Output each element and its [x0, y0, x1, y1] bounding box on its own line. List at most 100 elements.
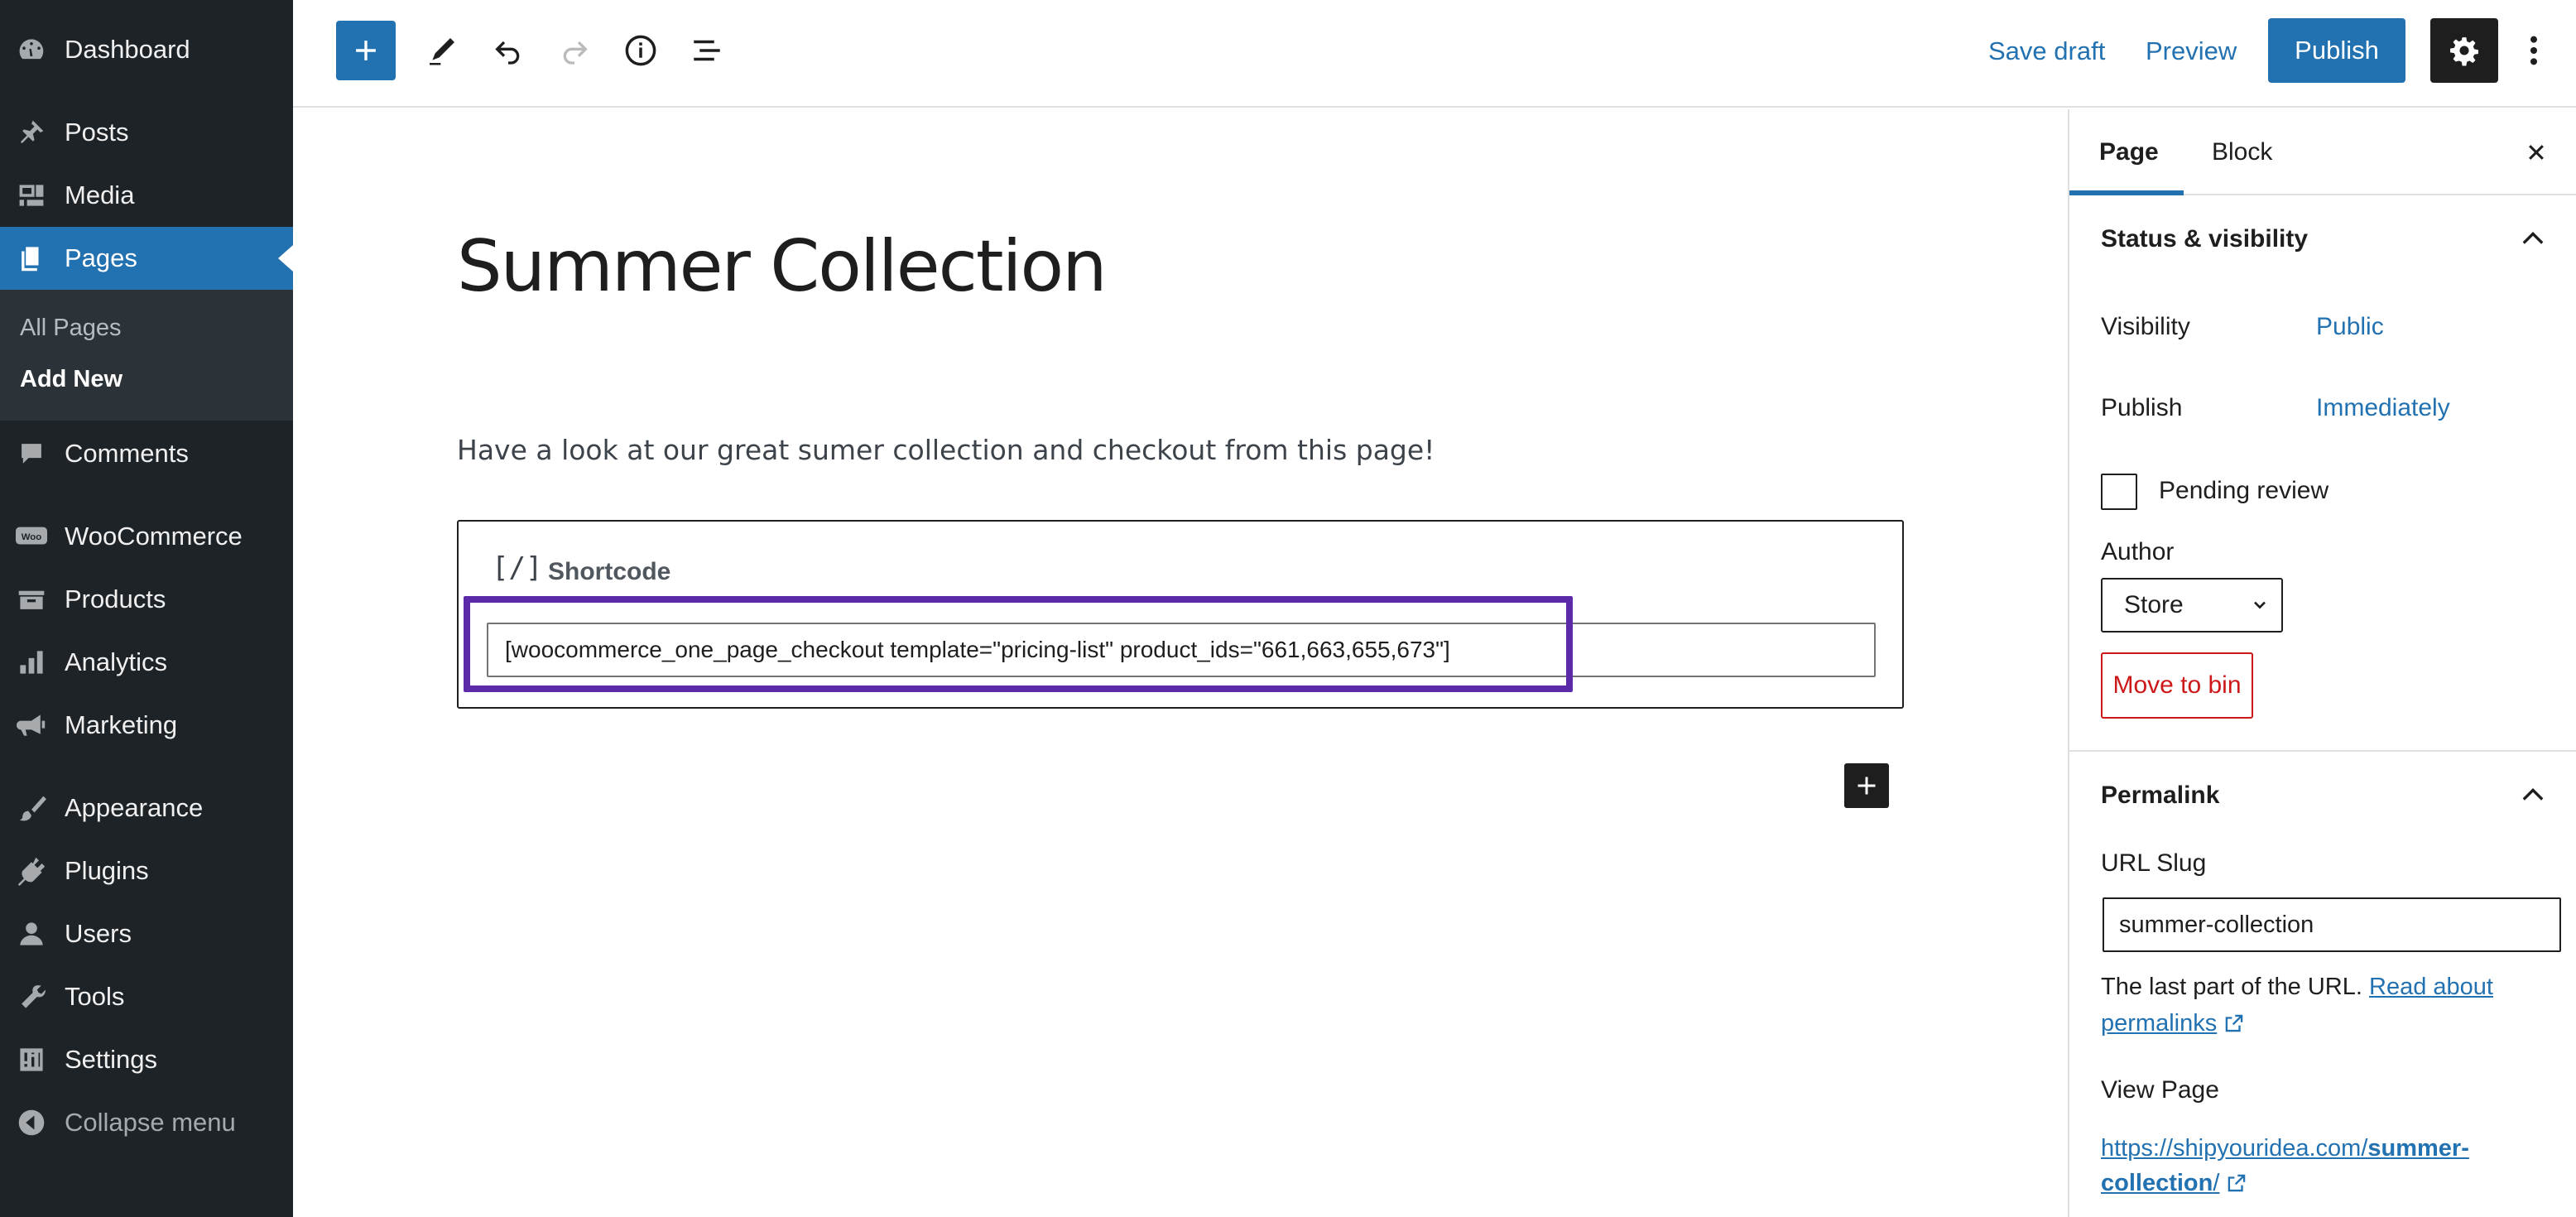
sidebar-item-tools[interactable]: Tools — [0, 965, 293, 1028]
tab-page[interactable]: Page — [2099, 109, 2159, 195]
sidebar-item-media[interactable]: Media — [0, 164, 293, 227]
sidebar-item-pages[interactable]: Pages — [0, 227, 293, 290]
archive-icon — [16, 584, 47, 615]
move-to-bin-button[interactable]: Move to bin — [2101, 652, 2253, 719]
shortcode-label: Shortcode — [548, 558, 671, 585]
author-select-value: Store — [2124, 591, 2184, 618]
sidebar-item-label: Plugins — [65, 856, 149, 885]
collapse-menu-button[interactable]: Collapse menu — [0, 1091, 293, 1154]
chevron-up-icon[interactable] — [2516, 778, 2550, 811]
user-icon — [16, 918, 47, 950]
sidebar-item-label: Dashboard — [65, 35, 190, 64]
pending-review-label: Pending review — [2159, 477, 2329, 504]
panel-divider — [2069, 750, 2576, 752]
view-page-url[interactable]: https://shipyouridea.com/summer-collecti… — [2101, 1131, 2548, 1200]
chevron-up-icon[interactable] — [2516, 222, 2550, 255]
url-slug-label: URL Slug — [2101, 849, 2207, 877]
sidebar-item-marketing[interactable]: Marketing — [0, 694, 293, 757]
sidebar-item-label: Users — [65, 919, 132, 948]
sidebar-item-label: Appearance — [65, 793, 204, 822]
shortcode-icon: [/] — [492, 551, 543, 584]
sidebar-item-label: Pages — [65, 243, 137, 272]
redo-icon — [563, 41, 588, 65]
sidebar-item-posts[interactable]: Posts — [0, 101, 293, 164]
visibility-label: Visibility — [2101, 313, 2190, 340]
more-options-button[interactable] — [2515, 18, 2553, 83]
sidebar-item-products[interactable]: Products — [0, 568, 293, 631]
sidebar-item-appearance[interactable]: Appearance — [0, 777, 293, 839]
sidebar-item-settings[interactable]: Settings — [0, 1028, 293, 1091]
admin-sidebar: Dashboard Posts Media Pages All Pages Ad… — [0, 0, 293, 1217]
permalink-help: The last part of the URL. Read about per… — [2101, 969, 2548, 1041]
sidebar-item-label: Products — [65, 584, 166, 613]
close-settings-button[interactable] — [2518, 134, 2554, 171]
help-text: The last part of the URL. — [2101, 974, 2362, 1000]
plus-icon — [1858, 777, 1876, 795]
permalink-title[interactable]: Permalink — [2101, 782, 2219, 810]
shortcode-block[interactable]: [/] Shortcode [woocommerce_one_page_chec… — [457, 520, 1904, 709]
collapse-icon — [16, 1107, 47, 1138]
submenu-add-new[interactable]: Add New — [20, 366, 123, 393]
details-button[interactable] — [611, 21, 670, 80]
status-visibility-title[interactable]: Status & visibility — [2101, 225, 2308, 253]
list-view-button[interactable] — [677, 21, 737, 80]
sidebar-item-comments[interactable]: Comments — [0, 422, 293, 485]
external-link-icon — [2226, 1172, 2247, 1194]
more-vertical-icon — [2530, 36, 2537, 65]
publish-button[interactable]: Publish — [2268, 18, 2405, 83]
megaphone-icon — [16, 710, 47, 741]
woo-icon: Woo — [16, 521, 47, 552]
sidebar-item-label: Settings — [65, 1045, 158, 1074]
redo-button[interactable] — [545, 21, 604, 80]
publish-label: Publish — [2101, 394, 2183, 421]
url-slug-input[interactable]: summer-collection — [2103, 897, 2561, 952]
undo-icon — [495, 41, 520, 65]
preview-button[interactable]: Preview — [2146, 25, 2237, 78]
collapse-menu-label: Collapse menu — [65, 1108, 236, 1137]
view-page-label: View Page — [2101, 1076, 2219, 1104]
submenu-all-pages[interactable]: All Pages — [20, 315, 122, 342]
sidebar-item-dashboard[interactable]: Dashboard — [0, 18, 293, 81]
paragraph-block[interactable]: Have a look at our great sumer collectio… — [457, 434, 1435, 466]
sidebar-item-label: Marketing — [65, 710, 178, 739]
settings-tabs: Page Block — [2069, 109, 2576, 195]
wrench-icon — [16, 981, 47, 1013]
bar-chart-icon — [16, 647, 47, 678]
external-link-icon — [2223, 1013, 2245, 1034]
svg-text:Woo: Woo — [22, 532, 42, 542]
pages-submenu: All Pages Add New — [0, 290, 293, 421]
close-icon — [2529, 145, 2544, 160]
undo-button[interactable] — [478, 21, 538, 80]
pencil-icon — [430, 38, 454, 65]
sliders-icon — [16, 1044, 47, 1075]
author-select[interactable]: Store — [2101, 578, 2283, 633]
tab-block[interactable]: Block — [2212, 109, 2272, 195]
active-tab-indicator — [2069, 190, 2184, 195]
dashboard-icon — [16, 34, 47, 65]
view-page-link[interactable]: https://shipyouridea.com/summer-collecti… — [2101, 1135, 2469, 1196]
visibility-value[interactable]: Public — [2316, 313, 2384, 341]
pending-review-checkbox[interactable] — [2101, 474, 2137, 510]
sidebar-item-label: Media — [65, 180, 135, 209]
pin-icon — [16, 117, 47, 148]
brush-icon — [16, 792, 47, 824]
sidebar-item-label: WooCommerce — [65, 522, 243, 551]
url-base: https://shipyouridea.com/ — [2101, 1135, 2368, 1162]
pages-icon — [16, 243, 47, 274]
sidebar-item-label: Comments — [65, 439, 189, 468]
block-inserter-button[interactable] — [1844, 763, 1889, 808]
sidebar-item-analytics[interactable]: Analytics — [0, 631, 293, 694]
publish-value[interactable]: Immediately — [2316, 394, 2450, 422]
page-title[interactable]: Summer Collection — [457, 225, 1108, 308]
gear-icon — [2450, 37, 2478, 66]
save-draft-button[interactable]: Save draft — [1988, 25, 2105, 78]
edit-tools-button[interactable] — [412, 21, 472, 80]
sidebar-item-plugins[interactable]: Plugins — [0, 839, 293, 902]
plug-icon — [16, 855, 47, 887]
shortcode-input[interactable]: [woocommerce_one_page_checkout template=… — [487, 623, 1876, 677]
sidebar-item-users[interactable]: Users — [0, 902, 293, 965]
settings-toggle-button[interactable] — [2430, 18, 2498, 83]
editor-toolbar: Save draft Preview Publish — [293, 0, 2576, 108]
add-block-button[interactable] — [336, 21, 396, 80]
sidebar-item-woocommerce[interactable]: Woo WooCommerce — [0, 505, 293, 568]
